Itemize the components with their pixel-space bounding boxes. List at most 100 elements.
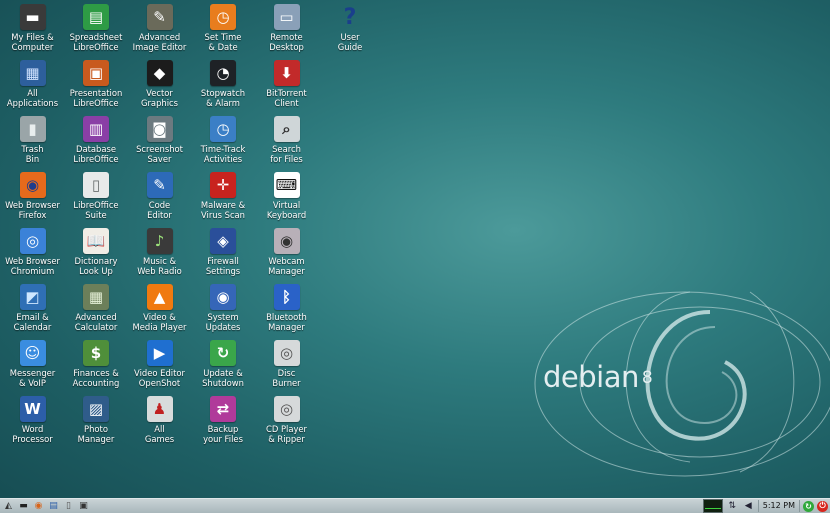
desktop-icon-time-track-activities[interactable]: ◷ Time-Track Activities (192, 116, 255, 172)
trash-bin-icon: ▮ (19, 116, 46, 142)
desktop-icon-webcam-manager[interactable]: ◉ Webcam Manager (255, 228, 318, 284)
desktop-icon-label: Stopwatch & Alarm (200, 88, 246, 108)
desktop-icon-web-browser-firefox[interactable]: ◉ Web Browser Firefox (1, 172, 64, 228)
desktop-icon-code-editor[interactable]: ✎ Code Editor (128, 172, 191, 228)
advanced-image-editor-icon: ✎ (146, 4, 173, 30)
desktop-icon-label: User Guide (337, 32, 363, 52)
desktop-icon-all-applications[interactable]: ▦ All Applications (1, 60, 64, 116)
taskbar-firefox-icon[interactable]: ◉ (32, 500, 45, 512)
desktop-icon-firewall-settings[interactable]: ◈ Firewall Settings (192, 228, 255, 284)
power-icon[interactable]: ⏻ (817, 500, 828, 512)
desktop-icon-update-shutdown[interactable]: ↻ Update & Shutdown (192, 340, 255, 396)
taskbar-terminal-icon[interactable]: ▬ (17, 500, 30, 512)
desktop-icon-label: Presentation LibreOffice (69, 88, 123, 108)
desktop-icon-user-guide[interactable]: ? User Guide (319, 4, 382, 60)
desktop-icon-email-calendar[interactable]: ◩ Email & Calendar (1, 284, 64, 340)
desktop-icon-label: Bluetooth Manager (266, 312, 307, 332)
advanced-calculator-icon: ▦ (83, 284, 109, 310)
database-libreoffice-icon: ▥ (83, 116, 109, 142)
finances-accounting-icon: $ (83, 340, 109, 366)
desktop-icon-database-libreoffice[interactable]: ▥ Database LibreOffice (65, 116, 128, 172)
desktop-icon-stopwatch-alarm[interactable]: ◔ Stopwatch & Alarm (192, 60, 255, 116)
taskbar-text-icon[interactable]: ▯ (62, 500, 75, 512)
desktop-icon-label: BitTorrent Client (266, 88, 307, 108)
desktop-icon-search-for-files[interactable]: ⌕ Search for Files (255, 116, 318, 172)
malware-virus-scan-icon: ✛ (210, 172, 236, 198)
desktop-icon-malware-virus-scan[interactable]: ✛ Malware & Virus Scan (192, 172, 255, 228)
video-editor-openshot-icon: ▶ (146, 340, 173, 366)
desktop-icon-backup-your-files[interactable]: ⇄ Backup your Files (192, 396, 255, 452)
presentation-libreoffice-icon: ▣ (83, 60, 109, 86)
desktop-icon-photo-manager[interactable]: ▨ Photo Manager (65, 396, 128, 452)
time-track-activities-icon: ◷ (210, 116, 236, 142)
desktop-icon-my-files-computer[interactable]: ▬ My Files & Computer (1, 4, 64, 60)
desktop-icon-label: Database LibreOffice (73, 144, 119, 164)
desktop-icon-libreoffice-suite[interactable]: ▯ LibreOffice Suite (65, 172, 128, 228)
taskbar: ◭ ▬ ◉ ▤ ▯ ▣ ⇅ ◀ 5:12 PM ↻ ⏻ (0, 498, 830, 513)
desktop-icon-messenger-voip[interactable]: ☺ Messenger & VoIP (1, 340, 64, 396)
desktop-icon-label: Backup your Files (203, 424, 243, 444)
system-updates-icon: ◉ (210, 284, 236, 310)
desktop-icon-screenshot-saver[interactable]: ◙ Screenshot Saver (128, 116, 191, 172)
desktop-icon-label: Video Editor OpenShot (134, 368, 185, 388)
desktop-icon-finances-accounting[interactable]: $ Finances & Accounting (65, 340, 128, 396)
set-time-date-icon: ◷ (210, 4, 236, 30)
desktop-icon-label: Finances & Accounting (72, 368, 120, 388)
desktop-icon-presentation-libreoffice[interactable]: ▣ Presentation LibreOffice (65, 60, 128, 116)
update-icon[interactable]: ↻ (803, 500, 814, 512)
search-for-files-icon: ⌕ (273, 116, 300, 142)
desktop-icon-bluetooth-manager[interactable]: ᛒ Bluetooth Manager (255, 284, 318, 340)
desktop-icon-label: Web Browser Chromium (5, 256, 60, 276)
desktop-icon-label: Video & Media Player (132, 312, 187, 332)
desktop-icon-label: System Updates (205, 312, 241, 332)
network-icon[interactable]: ⇅ (726, 500, 739, 512)
desktop-icon-label: Trash Bin (21, 144, 44, 164)
logo-name: debian (543, 360, 639, 394)
taskbar-menu-icon[interactable]: ◭ (2, 500, 15, 512)
desktop-icon-remote-desktop[interactable]: ▭ Remote Desktop (255, 4, 318, 60)
desktop-icon-dictionary-look-up[interactable]: 📖 Dictionary Look Up (65, 228, 128, 284)
desktop-icon-video-editor-openshot[interactable]: ▶ Video Editor OpenShot (128, 340, 191, 396)
desktop-icon-vector-graphics[interactable]: ◆ Vector Graphics (128, 60, 191, 116)
all-games-icon: ♟ (146, 396, 173, 422)
desktop-icon-disc-burner[interactable]: ◎ Disc Burner (255, 340, 318, 396)
desktop-icon-label: Malware & Virus Scan (200, 200, 246, 220)
desktop-icon-label: All Games (144, 424, 175, 444)
desktop-icon-grid: ▬ My Files & Computer ▦ All Applications ▮ Tr… (1, 4, 382, 452)
taskbar-files-icon[interactable]: ▤ (47, 500, 60, 512)
video-media-player-icon: ▲ (146, 284, 173, 310)
desktop-icon-word-processor[interactable]: W Word Processor (1, 396, 64, 452)
desktop-icon-label: Code Editor (147, 200, 172, 220)
volume-icon[interactable]: ◀ (742, 500, 755, 512)
desktop-icon-label: Messenger & VoIP (9, 368, 56, 388)
desktop-icon-trash-bin[interactable]: ▮ Trash Bin (1, 116, 64, 172)
clock[interactable]: 5:12 PM (757, 500, 800, 512)
desktop-icon-label: Photo Manager (77, 424, 115, 444)
desktop-icon-bittorrent-client[interactable]: ⬇ BitTorrent Client (255, 60, 318, 116)
desktop-icon-label: Web Browser Firefox (5, 200, 60, 220)
code-editor-icon: ✎ (146, 172, 173, 198)
desktop: ▬ My Files & Computer ▦ All Applications ▮ Tr… (0, 0, 830, 498)
desktop-icon-label: Firewall Settings (205, 256, 241, 276)
desktop-icon-spreadsheet-libreoffice[interactable]: ▤ Spreadsheet LibreOffice (65, 4, 128, 60)
desktop-icon-all-games[interactable]: ♟ All Games (128, 396, 191, 452)
desktop-icon-label: Word Processor (12, 424, 53, 444)
desktop-icon-virtual-keyboard[interactable]: ⌨ Virtual Keyboard (255, 172, 318, 228)
desktop-icon-video-media-player[interactable]: ▲ Video & Media Player (128, 284, 191, 340)
desktop-icon-system-updates[interactable]: ◉ System Updates (192, 284, 255, 340)
desktop-icon-advanced-calculator[interactable]: ▦ Advanced Calculator (65, 284, 128, 340)
desktop-icon-cd-player-ripper[interactable]: ◎ CD Player & Ripper (255, 396, 318, 452)
desktop-icon-music-web-radio[interactable]: ♪ Music & Web Radio (128, 228, 191, 284)
virtual-keyboard-icon: ⌨ (273, 172, 300, 198)
bittorrent-client-icon: ⬇ (273, 60, 300, 86)
taskbar-windows-icon[interactable]: ▣ (77, 500, 90, 512)
desktop-icon-set-time-date[interactable]: ◷ Set Time & Date (192, 4, 255, 60)
desktop-icon-web-browser-chromium[interactable]: ◎ Web Browser Chromium (1, 228, 64, 284)
cpu-monitor-icon[interactable] (702, 499, 723, 513)
desktop-icon-label: LibreOffice Suite (73, 200, 119, 220)
desktop-icon-advanced-image-editor[interactable]: ✎ Advanced Image Editor (128, 4, 191, 60)
web-browser-chromium-icon: ◎ (19, 228, 46, 254)
desktop-icon-label: Time-Track Activities (200, 144, 246, 164)
messenger-voip-icon: ☺ (19, 340, 46, 366)
desktop-icon-label: Music & Web Radio (137, 256, 182, 276)
